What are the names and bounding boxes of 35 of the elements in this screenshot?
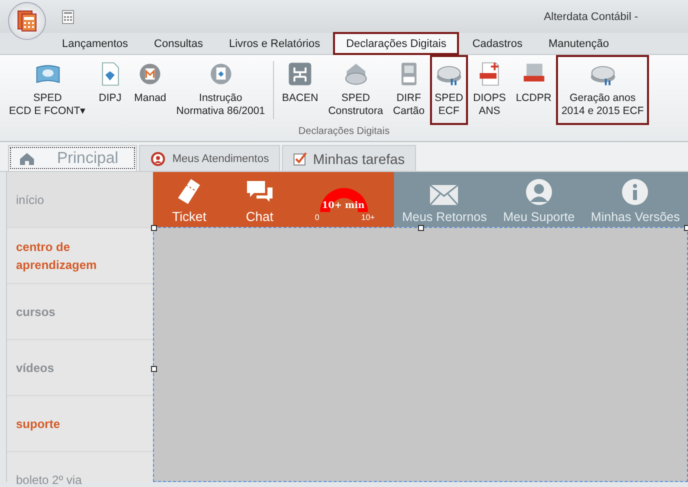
ribbon-tab[interactable]: Lançamentos <box>50 33 140 54</box>
ticket-icon <box>176 177 202 205</box>
ribbon-button[interactable]: BACEN <box>277 55 324 125</box>
ribbon-tab[interactable]: Manutenção <box>536 33 622 54</box>
gauge-button[interactable]: 10+ min 0 10+ <box>312 180 375 224</box>
ribbon-tab[interactable]: Declarações Digitais <box>334 33 458 54</box>
page-tab[interactable]: Minhas tarefas <box>282 145 416 171</box>
ribbon-button[interactable]: DIOPS ANS <box>468 55 511 125</box>
chat-icon <box>244 179 275 205</box>
user-icon <box>150 150 166 166</box>
info-icon <box>621 178 650 206</box>
ribbon-button[interactable]: SPED ECD E FCONT▾ <box>4 55 92 125</box>
window-title: Alterdata Contábil - <box>544 10 638 22</box>
ribbon-tab[interactable]: Consultas <box>142 33 215 54</box>
user-icon <box>524 178 553 206</box>
ribbon-group-label: Declarações Digitais <box>298 126 390 137</box>
calculator-icon[interactable] <box>62 10 74 24</box>
ribbon-button[interactable]: Instrução Normativa 86/2001 <box>171 55 270 125</box>
ribbon-button[interactable]: SPED Construtora <box>323 55 388 125</box>
ribbon-tab[interactable]: Cadastros <box>460 33 534 54</box>
ribbon-button[interactable]: Manad <box>129 55 172 125</box>
calculator-icon <box>16 10 38 32</box>
ribbon-button[interactable]: SPED ECF <box>430 55 468 125</box>
ribbon-button[interactable]: LCDPR <box>510 55 556 125</box>
page-tab[interactable]: Meus Atendimentos <box>139 145 280 171</box>
ribbon-button[interactable]: DIPJ <box>91 55 130 125</box>
checkbox-icon <box>292 152 307 166</box>
ribbon-button[interactable]: Geração anos 2014 e 2015 ECF <box>556 55 649 125</box>
toolbar-button[interactable]: Ticket <box>172 177 206 227</box>
ribbon-tab[interactable]: Livros e Relatórios <box>216 33 332 54</box>
home-icon <box>19 152 35 166</box>
toolbar-button[interactable]: Chat <box>244 179 275 227</box>
mail-icon <box>429 184 460 206</box>
ribbon-button[interactable]: DIRF Cartão <box>388 55 430 125</box>
app-menu-button[interactable] <box>8 2 46 40</box>
